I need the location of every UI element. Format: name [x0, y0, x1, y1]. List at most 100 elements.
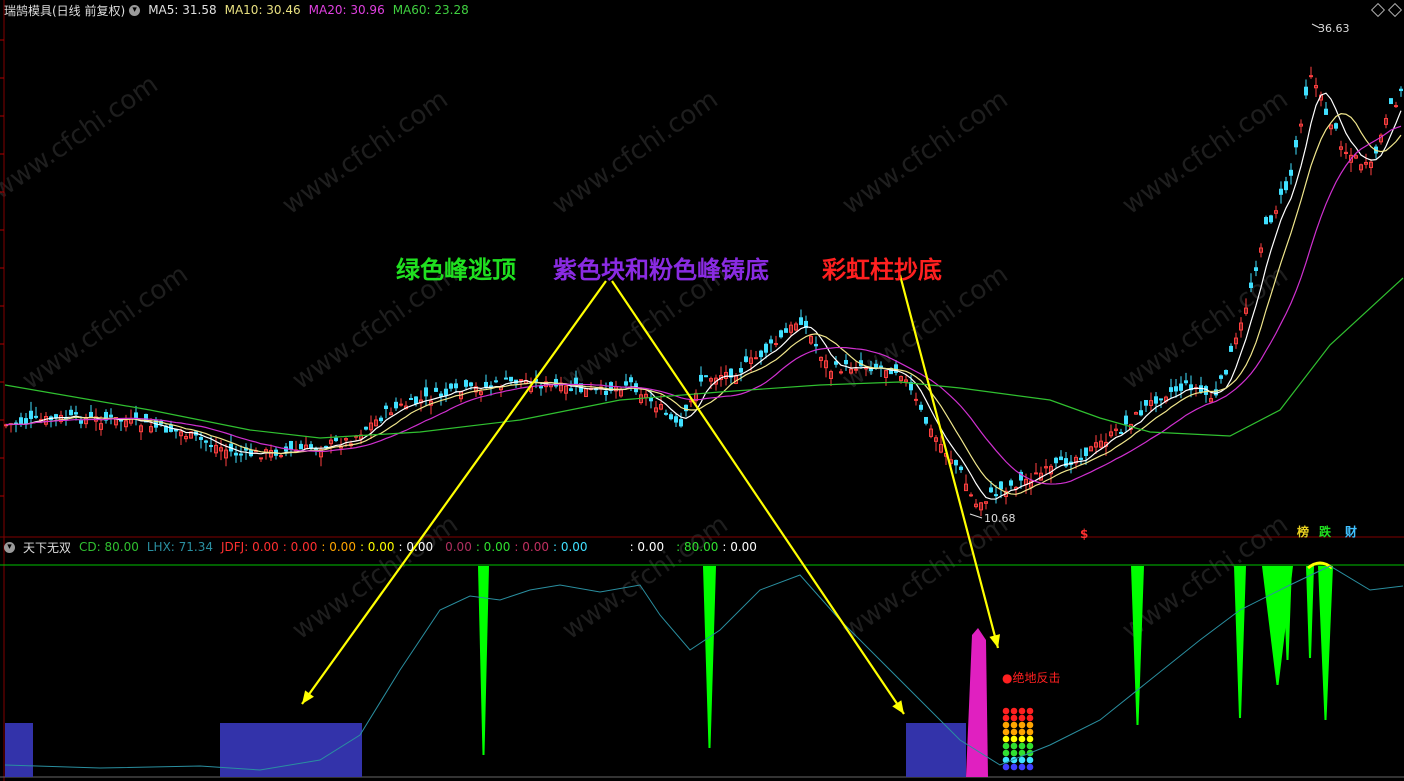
candle — [484, 381, 488, 387]
candle — [1224, 369, 1228, 375]
main-chart-header: 瑞鹄模具(日线 前复权) ▾ MA5: 31.58 MA10: 30.46 MA… — [0, 0, 1404, 20]
chevron-down-icon[interactable]: ▾ — [4, 541, 15, 553]
ind-value: : 0.00 — [514, 540, 549, 554]
candle — [399, 403, 403, 406]
rainbow-dot — [1018, 707, 1026, 715]
candle — [494, 380, 498, 383]
ind-value: 0.00 — [445, 540, 472, 554]
cd-value: CD: 80.00 — [79, 540, 139, 554]
arrow-head — [892, 700, 904, 714]
candle — [289, 440, 293, 450]
candle — [1084, 447, 1088, 456]
ma60-value: MA60: 23.28 — [392, 3, 469, 17]
candle — [199, 436, 203, 440]
candle — [1309, 75, 1313, 78]
candle — [919, 404, 923, 410]
ma20-value: MA20: 30.96 — [308, 3, 385, 17]
candle — [209, 444, 213, 447]
watermark: www.cfchi.com — [837, 84, 1014, 220]
candle — [1294, 140, 1298, 148]
rainbow-dot — [1010, 763, 1018, 771]
candle — [299, 443, 303, 450]
candle — [89, 411, 93, 418]
rainbow-dot — [1026, 728, 1034, 736]
signal-label: ●绝地反击 — [1002, 671, 1061, 685]
candle — [999, 481, 1003, 490]
candle — [669, 414, 673, 420]
candle — [699, 374, 703, 382]
watermark: www.cfchi.com — [0, 69, 164, 205]
rainbow-dot — [1010, 742, 1018, 750]
green-peak — [1318, 566, 1333, 720]
candle — [439, 393, 443, 397]
candle — [1144, 399, 1148, 406]
lhx-value: LHX: 71.34 — [146, 540, 213, 554]
candle — [1264, 217, 1268, 225]
candle — [519, 379, 523, 382]
candle — [1034, 472, 1038, 475]
candle — [464, 380, 468, 387]
candle — [739, 368, 743, 373]
candle — [204, 440, 208, 443]
rainbow-dot — [1026, 756, 1034, 764]
rainbow-dot — [1018, 721, 1026, 729]
annotation-green-peak: 绿色峰逃顶 — [396, 256, 516, 284]
candle — [959, 466, 963, 471]
candle — [1279, 188, 1283, 195]
candle — [1079, 457, 1083, 460]
candle — [844, 359, 848, 365]
candle — [1289, 169, 1293, 176]
candle — [954, 459, 958, 466]
candle — [969, 494, 973, 497]
candle — [779, 330, 783, 338]
jdfj-value: JDFJ: 0.00 — [221, 540, 279, 554]
candle — [759, 350, 763, 358]
candle — [1399, 88, 1403, 92]
rainbow-dot — [1002, 763, 1010, 771]
candle — [234, 452, 238, 456]
watermark: www.cfchi.com — [287, 509, 464, 645]
candle — [109, 414, 113, 418]
watermark: www.cfchi.com — [837, 509, 1014, 645]
rainbow-dot — [1018, 728, 1026, 736]
candle — [239, 453, 243, 456]
candle — [799, 317, 803, 325]
rainbow-dot — [1026, 714, 1034, 722]
candle — [409, 397, 413, 400]
candle — [469, 382, 473, 387]
candle — [1169, 387, 1173, 392]
rainbow-dot — [1010, 721, 1018, 729]
candle — [54, 414, 58, 418]
candle — [1119, 431, 1123, 434]
candle — [1124, 415, 1128, 425]
candle — [414, 396, 418, 404]
chart-canvas[interactable]: www.cfchi.com www.cfchi.com www.cfchi.com w… — [0, 0, 1404, 781]
candle — [394, 401, 398, 409]
watermark: www.cfchi.com — [17, 259, 194, 395]
candle — [924, 416, 928, 424]
candle — [19, 417, 23, 426]
candle — [784, 328, 788, 333]
candle — [664, 412, 668, 415]
rainbow-dot — [1010, 735, 1018, 743]
candle — [774, 343, 778, 346]
candle — [1229, 345, 1233, 352]
chevron-down-icon[interactable]: ▾ — [129, 4, 141, 16]
candle — [259, 457, 263, 460]
candle — [704, 375, 708, 378]
candle — [504, 377, 508, 380]
candle — [69, 409, 73, 416]
green-peak — [1306, 566, 1314, 658]
candle — [449, 383, 453, 389]
candle — [134, 412, 138, 419]
candle — [914, 398, 918, 401]
ind-value: : 0.00 — [475, 540, 511, 554]
candle — [1159, 398, 1163, 401]
candle — [454, 383, 458, 389]
candle — [334, 437, 338, 442]
rainbow-dot — [1026, 735, 1034, 743]
candle — [1219, 375, 1223, 379]
candle — [764, 343, 768, 353]
candle — [1334, 123, 1338, 129]
candle — [509, 376, 513, 382]
